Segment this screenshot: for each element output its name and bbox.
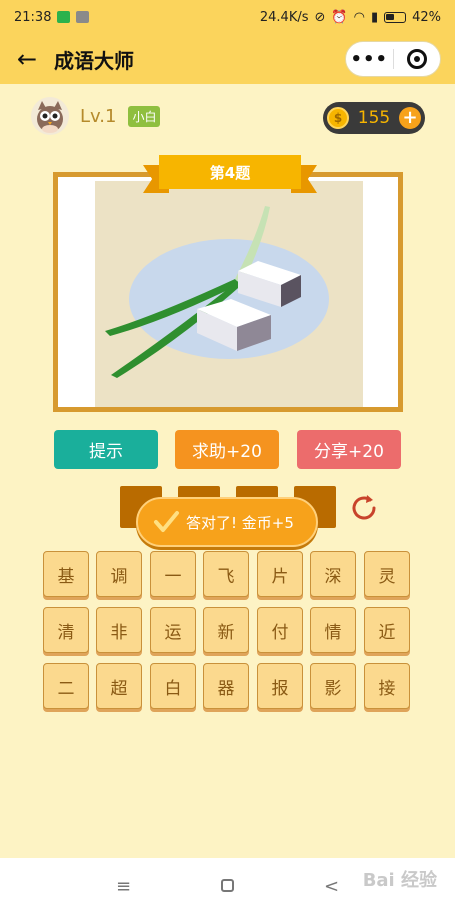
refresh-icon[interactable]: [348, 492, 380, 524]
char-key[interactable]: 新: [203, 607, 249, 653]
status-time: 21:38: [14, 9, 52, 25]
add-coins-icon[interactable]: +: [398, 107, 421, 129]
page-title: 成语大师: [54, 48, 134, 73]
target-icon: [406, 49, 427, 69]
char-key[interactable]: 近: [364, 607, 410, 653]
char-key[interactable]: 接: [364, 663, 410, 709]
network-speed: 24.4K/s: [259, 9, 309, 25]
help-button[interactable]: 求助+20: [175, 430, 279, 469]
rank-badge: 小白: [128, 105, 161, 127]
more-icon[interactable]: •••: [346, 49, 393, 70]
char-key[interactable]: 器: [203, 663, 249, 709]
user-info: Lv.1 小白: [30, 96, 161, 136]
status-bar: 21:38 24.4K/s ⊘ ⏰ ◠ ▮ 42%: [0, 0, 455, 34]
battery-icon: [384, 11, 407, 23]
char-key[interactable]: 二: [43, 663, 89, 709]
navigation-bar: ← 成语大师 •••: [0, 34, 455, 84]
char-key[interactable]: 一: [150, 551, 196, 597]
char-key[interactable]: 片: [257, 551, 303, 597]
char-key[interactable]: 白: [150, 663, 196, 709]
home-button[interactable]: [216, 876, 240, 897]
char-key[interactable]: 飞: [203, 551, 249, 597]
menu-icon[interactable]: ≡: [112, 876, 136, 897]
coin-icon: $: [327, 107, 349, 129]
char-key[interactable]: 调: [96, 551, 142, 597]
app-icon: [76, 11, 90, 23]
char-key[interactable]: 付: [257, 607, 303, 653]
status-left: 21:38: [14, 9, 90, 25]
puzzle-picture: [95, 181, 363, 407]
hint-button[interactable]: 提示: [54, 430, 158, 469]
question-ribbon: 第4题: [143, 155, 317, 197]
char-key[interactable]: 灵: [364, 551, 410, 597]
battery-percent: 42%: [412, 9, 441, 25]
char-key[interactable]: 报: [257, 663, 303, 709]
correct-answer-toast: 答对了! 金币+5: [136, 497, 318, 547]
wifi-icon: ◠: [353, 9, 365, 25]
home-square-icon: [221, 878, 234, 892]
signal-icon: ▮: [370, 9, 379, 25]
char-key[interactable]: 深: [310, 551, 356, 597]
wechat-icon: [57, 11, 71, 23]
char-key[interactable]: 基: [43, 551, 89, 597]
tofu-scallion-illustration: [105, 206, 329, 378]
back-button[interactable]: <: [320, 876, 344, 897]
checkmark-icon: [154, 511, 179, 532]
status-right: 24.4K/s ⊘ ⏰ ◠ ▮ 42%: [260, 10, 441, 25]
miniprogram-capsule: •••: [345, 41, 441, 77]
share-button[interactable]: 分享+20: [297, 430, 401, 469]
char-key[interactable]: 超: [96, 663, 142, 709]
alarm-icon: ⏰: [331, 9, 348, 25]
baidu-watermark: Bai 经验: [362, 870, 437, 891]
char-key[interactable]: 情: [310, 607, 356, 653]
question-number: 第4题: [159, 155, 301, 189]
char-key[interactable]: 清: [43, 607, 89, 653]
puzzle-picture-frame: [53, 172, 403, 412]
coin-value: 155: [357, 108, 391, 128]
char-key[interactable]: 运: [150, 607, 196, 653]
mute-icon: ⊘: [314, 9, 326, 25]
back-arrow-icon[interactable]: ←: [0, 34, 54, 84]
coin-balance: $ 155 +: [323, 102, 425, 134]
toast-text: 答对了! 金币+5: [186, 513, 294, 532]
char-key[interactable]: 影: [310, 663, 356, 709]
close-miniprogram-button[interactable]: [393, 49, 440, 69]
owl-avatar[interactable]: [30, 96, 70, 136]
level-text: Lv.1: [80, 105, 117, 127]
char-key[interactable]: 非: [96, 607, 142, 653]
